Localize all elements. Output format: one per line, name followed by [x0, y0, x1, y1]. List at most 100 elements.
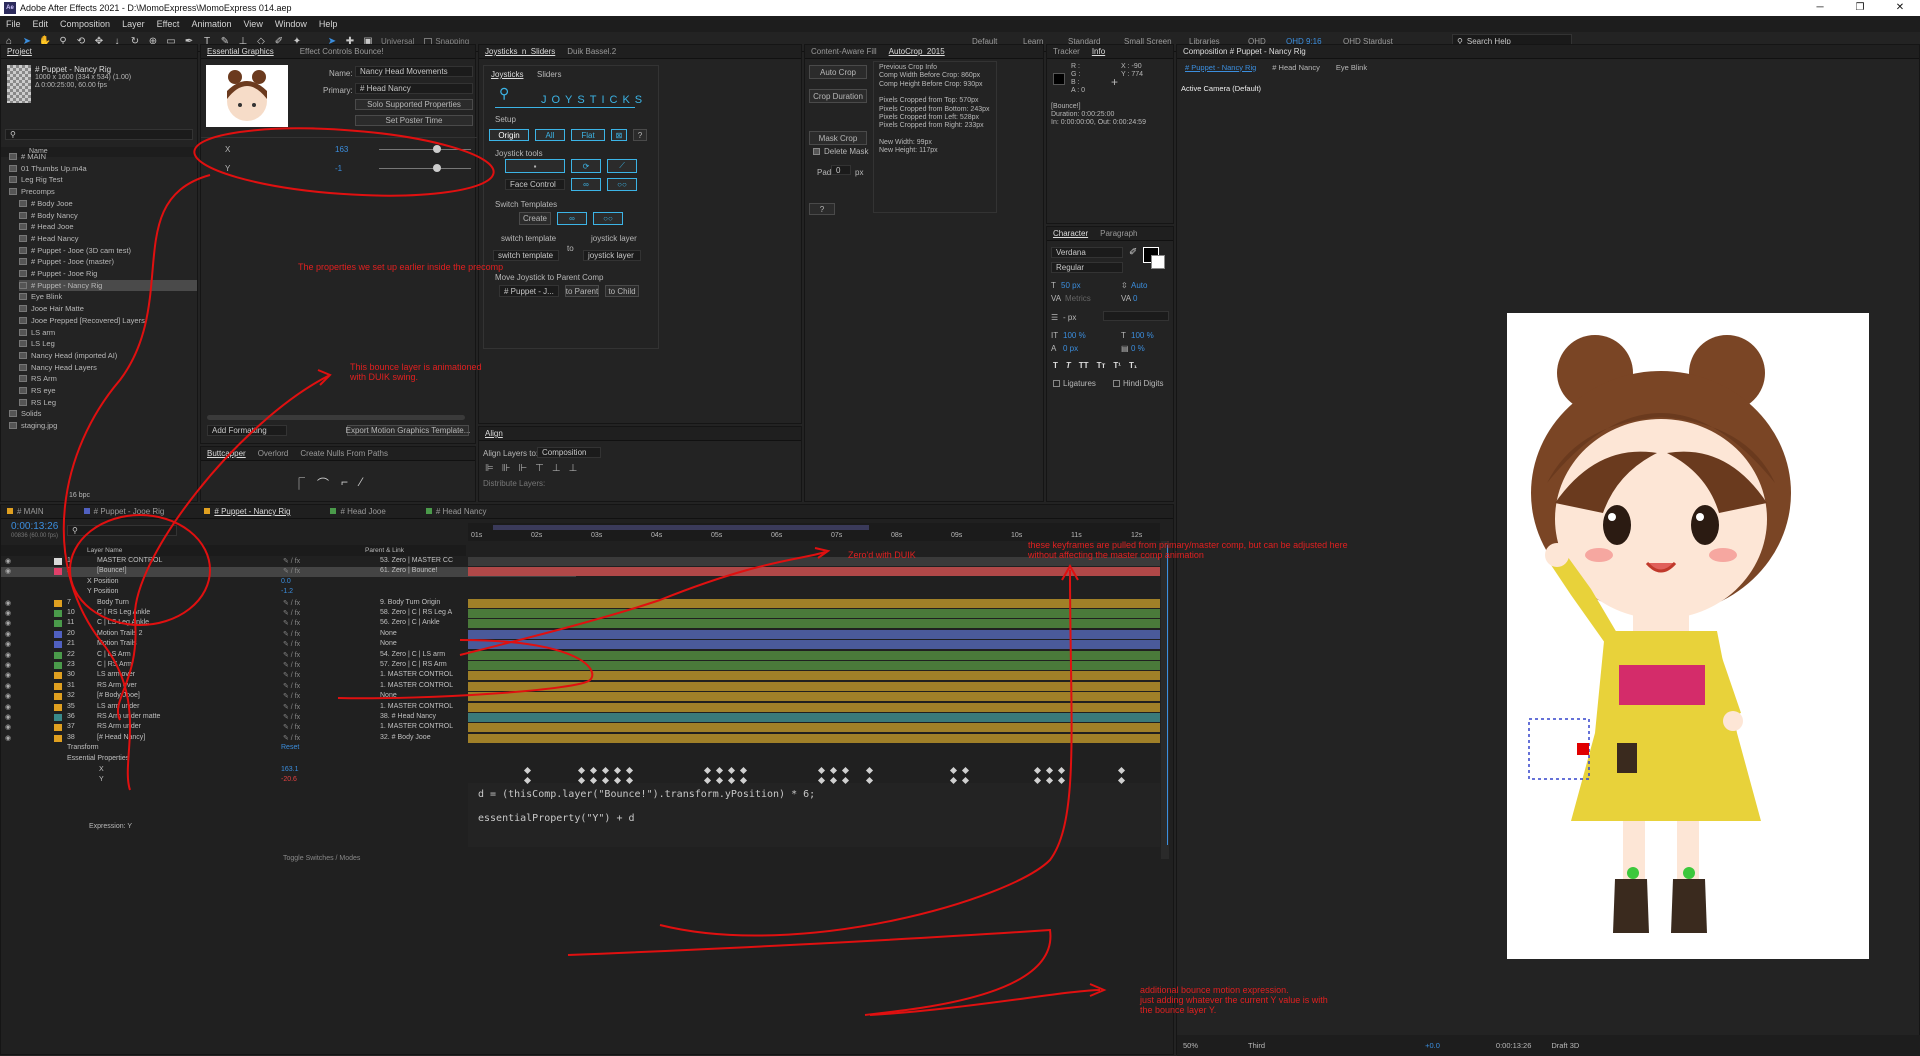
maximize-button[interactable]: ❐	[1840, 0, 1880, 16]
info-tab[interactable]: Info	[1086, 47, 1111, 56]
label-color-swatch[interactable]	[54, 620, 62, 628]
origin-button[interactable]: Origin	[489, 129, 529, 141]
close-button[interactable]: ✕	[1880, 0, 1920, 16]
project-item[interactable]: Nancy Head Layers	[19, 362, 97, 373]
eyedropper-icon[interactable]: ✐	[1129, 247, 1137, 258]
flat-button[interactable]: Flat	[571, 129, 605, 141]
joystick-layer-dropdown[interactable]: joystick layer	[583, 250, 641, 261]
layer-duration-bar[interactable]	[468, 681, 1160, 691]
project-item[interactable]: Nancy Head (imported AI)	[19, 350, 117, 361]
layer-switches[interactable]: ✎ / fx	[283, 723, 300, 731]
label-color-swatch[interactable]	[54, 703, 62, 711]
parent-dropdown[interactable]: 61. Zero | Bounce!	[380, 567, 437, 574]
parent-dropdown[interactable]: 1. MASTER CONTROL	[380, 671, 453, 678]
to-child-button[interactable]: to Child	[605, 285, 639, 297]
layer-switches[interactable]: ✎ / fx	[283, 651, 300, 659]
kerning-value[interactable]: Metrics	[1065, 294, 1091, 303]
keyframe-marker[interactable]	[841, 766, 850, 775]
small-caps-icon[interactable]: Tт	[1097, 361, 1106, 370]
joystick-2d-button[interactable]: ▪	[505, 159, 565, 173]
eye-icon[interactable]: ◉	[5, 734, 11, 742]
primary-field[interactable]: # Head Nancy	[355, 83, 473, 94]
project-item[interactable]: staging.jpg	[9, 420, 57, 431]
minimize-button[interactable]: ─	[1800, 0, 1840, 16]
add-formatting-dropdown[interactable]: Add Formatting	[207, 425, 287, 436]
label-color-swatch[interactable]	[54, 641, 62, 649]
layer-switches[interactable]: ✎ / fx	[283, 734, 300, 742]
project-item[interactable]: # Body Jooe	[19, 198, 73, 209]
label-color-swatch[interactable]	[54, 610, 62, 617]
cap-square-icon[interactable]: ⌐	[341, 475, 348, 492]
layer-duration-bar[interactable]	[468, 671, 1160, 681]
auto-crop-button[interactable]: Auto Crop	[809, 65, 867, 79]
property-row[interactable]: Y Position -1.2	[1, 588, 576, 598]
hindi-digits-checkbox[interactable]	[1113, 380, 1120, 387]
essential-graphics-tab[interactable]: Essential Graphics	[201, 47, 280, 56]
keyframe-marker[interactable]	[727, 766, 736, 775]
view-dropdown[interactable]: Third	[1248, 1041, 1265, 1050]
joystick-curve-button[interactable]: ⟋	[607, 159, 637, 173]
label-color-swatch[interactable]	[54, 558, 62, 565]
layer-switches[interactable]: ✎ / fx	[283, 640, 300, 648]
parent-dropdown[interactable]: 54. Zero | C | LS arm	[380, 651, 445, 658]
eye-icon[interactable]: ◉	[5, 619, 11, 627]
layer-switches[interactable]: ✎ / fx	[283, 661, 300, 669]
menu-help[interactable]: Help	[313, 19, 344, 29]
export-mogrt-button[interactable]: Export Motion Graphics Template...	[346, 425, 470, 436]
project-item[interactable]: Jooe Hair Matte	[19, 303, 84, 314]
keyframe-marker[interactable]	[961, 766, 970, 775]
help-button[interactable]: ?	[633, 129, 647, 141]
project-item[interactable]: RS eye	[19, 385, 56, 396]
exposure-value[interactable]: +0.0	[1425, 1041, 1440, 1050]
layer-switches[interactable]: ✎ / fx	[283, 682, 300, 690]
template-link-button[interactable]: ∞	[557, 212, 587, 225]
keyframe-marker[interactable]	[613, 766, 622, 775]
project-item[interactable]: # Head Jooe	[19, 221, 74, 232]
property-row[interactable]: X Position 0.0	[1, 578, 576, 588]
align-bottom-icon[interactable]: ⊥	[569, 463, 578, 474]
baseline-value[interactable]: 0 px	[1063, 344, 1078, 353]
all-button[interactable]: All	[535, 129, 565, 141]
layer-duration-bar[interactable]	[468, 723, 1160, 733]
template-unlink-button[interactable]: ○○	[593, 212, 623, 225]
menu-edit[interactable]: Edit	[27, 19, 55, 29]
x-value[interactable]: 163	[335, 145, 348, 154]
y-slider[interactable]	[379, 168, 471, 169]
align-hcenter-icon[interactable]: ⊪	[502, 463, 511, 474]
prop-x-value[interactable]: 163.1	[281, 766, 299, 773]
layer-duration-bar[interactable]	[468, 692, 1160, 702]
crop-duration-button[interactable]: Crop Duration	[809, 89, 867, 103]
project-item[interactable]: Leg Rig Test	[9, 174, 63, 185]
label-color-swatch[interactable]	[54, 662, 62, 669]
project-item[interactable]: # Puppet - Jooe (master)	[19, 256, 114, 267]
parent-dropdown[interactable]: 1. MASTER CONTROL	[380, 723, 453, 730]
link-button[interactable]: ∞	[571, 178, 601, 191]
stroke-color-swatch[interactable]	[1151, 255, 1165, 269]
eg-scrollbar[interactable]	[207, 415, 465, 420]
project-item[interactable]: # Body Nancy	[19, 210, 78, 221]
timeline-search-input[interactable]: ⚲	[67, 525, 177, 536]
parent-dropdown[interactable]: None	[380, 630, 397, 637]
project-item[interactable]: # Puppet - Nancy Rig	[19, 279, 197, 291]
comp-canvas[interactable]	[1507, 313, 1869, 959]
parent-dropdown[interactable]: 56. Zero | C | Ankle	[380, 619, 440, 626]
keyframe-marker[interactable]	[865, 766, 874, 775]
mirror-button[interactable]: ⊠	[611, 129, 627, 141]
layer-duration-bar[interactable]	[468, 619, 1160, 629]
project-item[interactable]: # Puppet - Jooe Rig	[19, 268, 97, 279]
label-color-swatch[interactable]	[54, 568, 62, 576]
parent-dropdown[interactable]: 57. Zero | C | RS Arm	[380, 661, 447, 668]
eye-icon[interactable]: ◉	[5, 640, 11, 648]
parent-dropdown[interactable]: 1. MASTER CONTROL	[380, 682, 453, 689]
comp-tab[interactable]: Composition # Puppet - Nancy Rig	[1177, 47, 1312, 56]
menu-effect[interactable]: Effect	[151, 19, 186, 29]
buttcapper-tab[interactable]: Buttcapper	[201, 449, 252, 458]
set-poster-time-button[interactable]: Set Poster Time	[355, 115, 473, 126]
y-position-value[interactable]: -1.2	[281, 588, 293, 595]
project-tab[interactable]: Project	[1, 47, 38, 56]
project-item[interactable]: Eye Blink	[19, 291, 62, 302]
project-item[interactable]: RS Leg	[19, 397, 56, 408]
layer-switches[interactable]: ✎ / fx	[283, 619, 300, 627]
layer-duration-bar[interactable]	[468, 598, 1160, 608]
prop-y-label[interactable]: Y	[99, 776, 104, 783]
